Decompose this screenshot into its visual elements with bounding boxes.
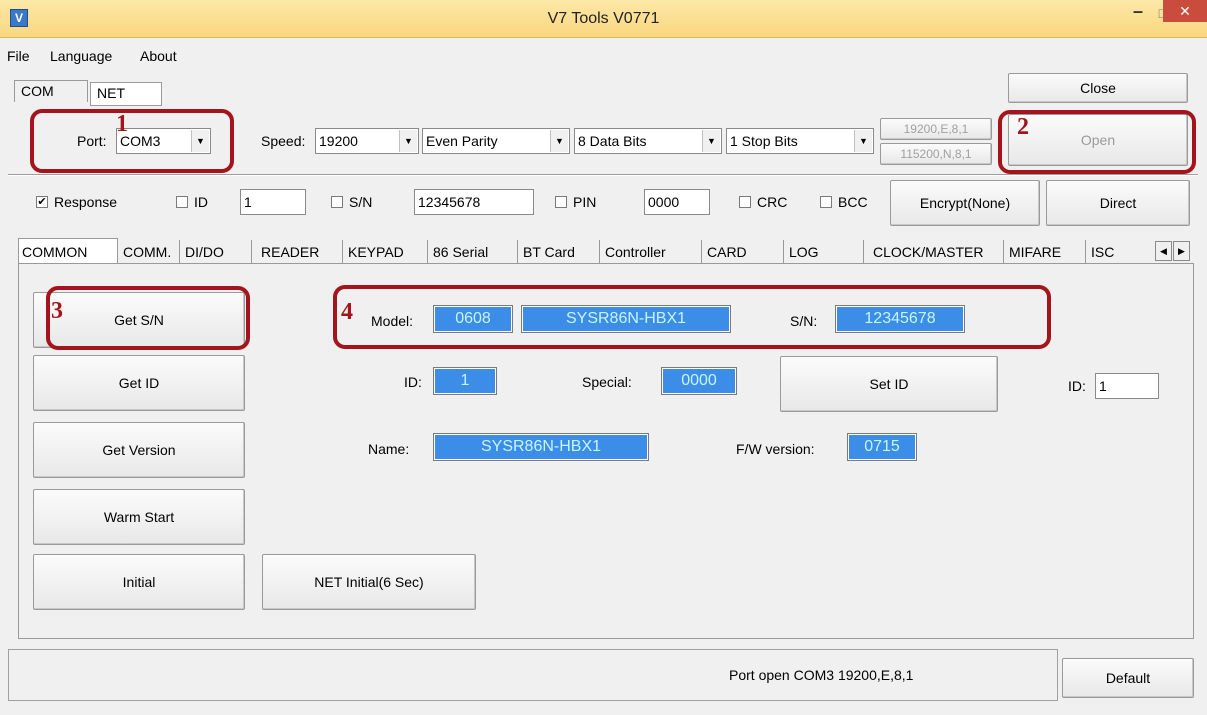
crc-checkbox[interactable]: CRC bbox=[739, 194, 787, 210]
checkbox-box bbox=[176, 196, 188, 208]
menu-file[interactable]: File bbox=[7, 48, 30, 64]
tab-com-label: COM bbox=[21, 83, 54, 99]
initial-button[interactable]: Initial bbox=[33, 554, 245, 610]
chevron-down-icon[interactable]: ▼ bbox=[854, 130, 872, 152]
get-id-button[interactable]: Get ID bbox=[33, 355, 245, 411]
fw-version-label: F/W version: bbox=[736, 441, 815, 457]
tab-reader[interactable]: READER bbox=[258, 240, 343, 264]
tab-net-label: NET bbox=[97, 85, 125, 101]
title-bar: V V7 Tools V0771 – □ ✕ bbox=[0, 0, 1207, 38]
pin-checkbox[interactable]: PIN bbox=[555, 194, 596, 210]
id-checkbox[interactable]: ID bbox=[176, 194, 208, 210]
status-bar: Port open COM3 19200,E,8,1 bbox=[8, 649, 1058, 701]
tab-net[interactable]: NET bbox=[90, 82, 162, 106]
tab-com[interactable]: COM bbox=[14, 80, 88, 102]
stop-bits-value: 1 Stop Bits bbox=[730, 133, 798, 149]
id-label: ID bbox=[194, 194, 208, 210]
checkbox-box bbox=[739, 196, 751, 208]
bcc-checkbox[interactable]: BCC bbox=[820, 194, 868, 210]
direct-button[interactable]: Direct bbox=[1046, 180, 1190, 226]
minimize-icon[interactable]: – bbox=[1125, 2, 1151, 24]
tab-controller[interactable]: Controller bbox=[602, 240, 702, 264]
get-version-button[interactable]: Get Version bbox=[33, 422, 245, 478]
warm-start-button[interactable]: Warm Start bbox=[33, 489, 245, 545]
id-value-field: 1 bbox=[433, 367, 497, 395]
name-label: Name: bbox=[368, 441, 410, 457]
crc-label: CRC bbox=[757, 194, 788, 210]
data-bits-value: 8 Data Bits bbox=[578, 133, 647, 149]
speed-select[interactable]: 19200 ▼ bbox=[315, 128, 419, 154]
id-value-label: ID: bbox=[404, 374, 422, 390]
parity-value: Even Parity bbox=[426, 133, 498, 149]
checkbox-box bbox=[820, 196, 832, 208]
annotation-box-4 bbox=[333, 285, 1051, 349]
response-label: Response bbox=[54, 194, 118, 210]
fw-version-field: 0715 bbox=[847, 433, 917, 461]
scroll-right-icon[interactable]: ▶ bbox=[1173, 241, 1190, 261]
annotation-number-3: 3 bbox=[51, 298, 63, 324]
speed-label: Speed: bbox=[261, 133, 306, 149]
net-initial-button[interactable]: NET Initial(6 Sec) bbox=[262, 554, 476, 610]
tab-common[interactable]: COMMON bbox=[18, 238, 118, 264]
annotation-number-4: 4 bbox=[341, 299, 353, 325]
preset-115200-button[interactable]: 115200,N,8,1 bbox=[880, 143, 992, 165]
tab-card[interactable]: CARD bbox=[704, 240, 784, 264]
checkmark-icon: ✔ bbox=[36, 196, 48, 208]
special-value-field: 0000 bbox=[661, 367, 737, 395]
set-id-button[interactable]: Set ID bbox=[780, 356, 998, 412]
preset-19200-button[interactable]: 19200,E,8,1 bbox=[880, 118, 992, 140]
bcc-label: BCC bbox=[838, 194, 868, 210]
tab-comm[interactable]: COMM. bbox=[120, 240, 180, 264]
sn-input[interactable]: 12345678 bbox=[414, 189, 534, 215]
pin-label: PIN bbox=[573, 194, 597, 210]
chevron-down-icon[interactable]: ▼ bbox=[399, 130, 417, 152]
menu-language[interactable]: Language bbox=[50, 48, 112, 64]
close-button[interactable]: Close bbox=[1008, 73, 1188, 103]
response-checkbox[interactable]: ✔ Response bbox=[36, 194, 117, 210]
annotation-number-1: 1 bbox=[116, 111, 128, 137]
checkbox-box bbox=[555, 196, 567, 208]
divider bbox=[8, 174, 1198, 176]
name-value-field: SYSR86N-HBX1 bbox=[433, 433, 649, 461]
sn-label: S/N bbox=[349, 194, 373, 210]
pin-input[interactable]: 0000 bbox=[644, 189, 710, 215]
annotation-box-3 bbox=[46, 286, 250, 350]
tab-clock-master[interactable]: CLOCK/MASTER bbox=[870, 240, 1004, 264]
tab-86-serial[interactable]: 86 Serial bbox=[430, 240, 518, 264]
annotation-number-2: 2 bbox=[1017, 114, 1029, 140]
sn-checkbox[interactable]: S/N bbox=[331, 194, 372, 210]
data-bits-select[interactable]: 8 Data Bits ▼ bbox=[574, 128, 722, 154]
annotation-box-1 bbox=[30, 109, 234, 173]
checkbox-box bbox=[331, 196, 343, 208]
chevron-down-icon[interactable]: ▼ bbox=[702, 130, 720, 152]
chevron-down-icon[interactable]: ▼ bbox=[550, 130, 568, 152]
tab-keypad[interactable]: KEYPAD bbox=[345, 240, 428, 264]
tab-bt-card[interactable]: BT Card bbox=[520, 240, 600, 264]
default-button[interactable]: Default bbox=[1062, 658, 1194, 698]
parity-select[interactable]: Even Parity ▼ bbox=[422, 128, 570, 154]
tab-mifare[interactable]: MIFARE bbox=[1006, 240, 1086, 264]
set-id-input[interactable]: 1 bbox=[1095, 373, 1159, 399]
id-input[interactable]: 1 bbox=[240, 189, 306, 215]
encrypt-button[interactable]: Encrypt(None) bbox=[890, 180, 1040, 226]
speed-value: 19200 bbox=[319, 133, 358, 149]
stop-bits-select[interactable]: 1 Stop Bits ▼ bbox=[726, 128, 874, 154]
tab-log[interactable]: LOG bbox=[786, 240, 864, 264]
set-id-label: ID: bbox=[1068, 378, 1086, 394]
scroll-left-icon[interactable]: ◀ bbox=[1155, 241, 1172, 261]
status-text: Port open COM3 19200,E,8,1 bbox=[729, 667, 914, 683]
close-window-icon[interactable]: ✕ bbox=[1163, 0, 1207, 22]
special-label: Special: bbox=[582, 374, 632, 390]
tab-di-do[interactable]: DI/DO bbox=[182, 240, 252, 264]
menu-about[interactable]: About bbox=[140, 48, 177, 64]
window-title: V7 Tools V0771 bbox=[547, 10, 660, 27]
